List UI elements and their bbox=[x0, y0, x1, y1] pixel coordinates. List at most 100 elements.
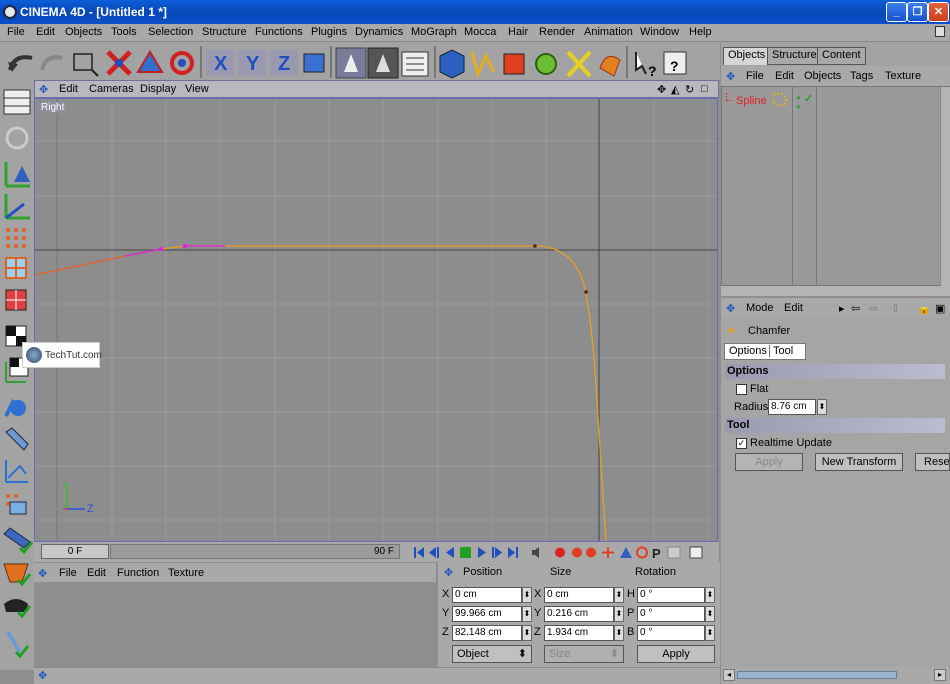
material-menu-texture[interactable]: Texture bbox=[168, 567, 204, 579]
coord-size-x-field[interactable]: 0 cm bbox=[544, 587, 614, 603]
scroll-thumb[interactable] bbox=[737, 671, 897, 679]
spline-icon[interactable] bbox=[470, 51, 496, 79]
viewport-zoom-icon[interactable]: ◭ bbox=[671, 83, 679, 96]
menu-structure[interactable]: Structure bbox=[202, 26, 247, 38]
viewport-rotate-icon[interactable]: ↻ bbox=[685, 83, 694, 96]
tab-objects[interactable]: Objects bbox=[723, 47, 771, 65]
menu-window[interactable]: Window bbox=[640, 26, 679, 38]
radius-spinner[interactable]: ⬍ bbox=[817, 399, 827, 415]
coord-pos-x-spinner[interactable]: ⬍ bbox=[522, 587, 532, 603]
tab-structure[interactable]: Structure bbox=[767, 47, 822, 65]
coord-size-y-field[interactable]: 0.216 cm bbox=[544, 606, 614, 622]
attribute-pin-icon[interactable]: ✥ bbox=[726, 302, 735, 315]
tab-content[interactable]: Content bbox=[817, 47, 866, 65]
keyframe-param-icon[interactable]: P bbox=[652, 546, 661, 561]
viewport-menu-edit[interactable]: Edit bbox=[59, 83, 78, 95]
next-key-icon[interactable] bbox=[492, 547, 502, 558]
material-pin-icon[interactable]: ✥ bbox=[38, 567, 47, 580]
rotate-icon[interactable] bbox=[170, 51, 194, 75]
x-axis-icon[interactable]: X bbox=[206, 50, 234, 76]
menu-mocca[interactable]: Mocca bbox=[464, 26, 496, 38]
menu-selection[interactable]: Selection bbox=[148, 26, 193, 38]
prev-key-icon[interactable] bbox=[429, 547, 439, 558]
array-icon[interactable] bbox=[535, 53, 557, 75]
keyframe-pla-icon[interactable] bbox=[667, 546, 681, 559]
viewport-menu-cameras[interactable]: Cameras bbox=[89, 83, 134, 95]
scroll-left-icon[interactable]: ◂ bbox=[723, 669, 735, 681]
attribute-tab-options[interactable]: Options bbox=[727, 345, 770, 357]
flat-checkbox[interactable] bbox=[736, 384, 747, 395]
sound-icon[interactable] bbox=[532, 547, 539, 558]
bake-icon[interactable] bbox=[6, 630, 30, 659]
coord-pos-x-field[interactable]: 0 cm bbox=[452, 587, 522, 603]
polygons-mode-icon[interactable] bbox=[5, 289, 27, 311]
coord-rot-p-field[interactable]: 0 ° bbox=[637, 606, 705, 622]
attribute-back-icon[interactable]: ⇦ bbox=[851, 302, 860, 315]
time-slider[interactable] bbox=[110, 544, 400, 559]
viewport-move-icon[interactable]: ✥ bbox=[657, 83, 666, 96]
status-pin-icon[interactable]: ✥ bbox=[38, 669, 47, 682]
attribute-menu-edit[interactable]: Edit bbox=[784, 302, 803, 314]
enable-axis-icon[interactable] bbox=[3, 527, 34, 555]
coord-mode-select[interactable]: Object ⬍ bbox=[452, 645, 532, 663]
radius-field[interactable]: 8.76 cm bbox=[768, 399, 816, 415]
close-button[interactable]: ✕ bbox=[928, 2, 949, 22]
viewport-menu-view[interactable]: View bbox=[185, 83, 209, 95]
inverse-kinematics-icon[interactable] bbox=[5, 460, 28, 483]
menu-animation[interactable]: Animation bbox=[584, 26, 633, 38]
render-settings-icon[interactable] bbox=[401, 51, 429, 77]
object-menu-file[interactable]: File bbox=[746, 70, 764, 82]
help-cursor-icon[interactable]: ? bbox=[635, 52, 657, 79]
render-view-icon[interactable] bbox=[335, 47, 367, 79]
object-list-hscrollbar[interactable] bbox=[721, 286, 950, 296]
material-menu-function[interactable]: Function bbox=[117, 567, 159, 579]
snap-icon[interactable] bbox=[4, 599, 32, 619]
viewport-pin-icon[interactable]: ✥ bbox=[39, 83, 48, 96]
coordinate-system-icon[interactable] bbox=[303, 53, 325, 73]
redo-icon[interactable] bbox=[40, 55, 63, 71]
select-rect-icon[interactable] bbox=[73, 53, 99, 77]
keyframe-scale-icon[interactable] bbox=[620, 547, 632, 558]
attribute-expand-icon[interactable]: ▸ bbox=[839, 302, 845, 315]
model-mode-icon[interactable] bbox=[4, 162, 30, 188]
menu-render[interactable]: Render bbox=[539, 26, 575, 38]
z-axis-icon[interactable]: Z bbox=[270, 50, 298, 76]
viewport-right[interactable]: Right Y Z bbox=[34, 98, 718, 542]
coord-apply-button[interactable]: Apply bbox=[637, 645, 715, 663]
attribute-hscrollbar[interactable]: ◂ ▸ bbox=[721, 667, 950, 684]
visibility-dots-icon[interactable]: ● ● bbox=[796, 93, 801, 111]
deformer-icon[interactable] bbox=[566, 50, 592, 78]
keyframe-pos-icon[interactable] bbox=[602, 547, 614, 558]
play-icon[interactable] bbox=[478, 547, 486, 558]
stop-icon[interactable] bbox=[460, 547, 471, 558]
viewport-maximize-icon[interactable]: □ bbox=[701, 83, 708, 95]
paint-icon[interactable] bbox=[5, 427, 29, 451]
help-icon[interactable]: ? bbox=[663, 51, 687, 75]
object-menu-tags[interactable]: Tags bbox=[850, 70, 873, 82]
coord-pos-y-field[interactable]: 99.966 cm bbox=[452, 606, 522, 622]
menu-objects[interactable]: Objects bbox=[65, 26, 102, 38]
attribute-tab-tool[interactable]: Tool bbox=[773, 345, 793, 357]
coord-rot-h-field[interactable]: 0 ° bbox=[637, 587, 705, 603]
scale-icon[interactable] bbox=[136, 50, 164, 73]
object-mode-icon[interactable] bbox=[5, 126, 29, 150]
menu-hair[interactable]: Hair bbox=[508, 26, 528, 38]
menu-help[interactable]: Help bbox=[689, 26, 712, 38]
object-menu-edit[interactable]: Edit bbox=[775, 70, 794, 82]
coord-rot-b-field[interactable]: 0 ° bbox=[637, 625, 705, 641]
coord-rot-h-spinner[interactable]: ⬍ bbox=[705, 587, 715, 603]
minimize-button[interactable]: _ bbox=[886, 2, 907, 22]
coord-size-mode-select[interactable]: Size ⬍ bbox=[544, 645, 624, 663]
menu-mograph[interactable]: MoGraph bbox=[411, 26, 457, 38]
viewport-menu-display[interactable]: Display bbox=[140, 83, 176, 95]
menu-edit[interactable]: Edit bbox=[36, 26, 55, 38]
maximize-button[interactable]: ❐ bbox=[907, 2, 928, 22]
attribute-up-icon[interactable]: ⇧ bbox=[891, 302, 900, 315]
object-pin-icon[interactable]: ✥ bbox=[726, 70, 735, 83]
menu-functions[interactable]: Functions bbox=[255, 26, 303, 38]
nurbs-icon[interactable] bbox=[503, 53, 525, 75]
new-transform-button[interactable]: New Transform bbox=[815, 453, 903, 471]
keyframe-rot-icon[interactable] bbox=[636, 546, 648, 559]
goto-start-icon[interactable] bbox=[414, 547, 424, 558]
undo-icon[interactable] bbox=[8, 55, 33, 72]
